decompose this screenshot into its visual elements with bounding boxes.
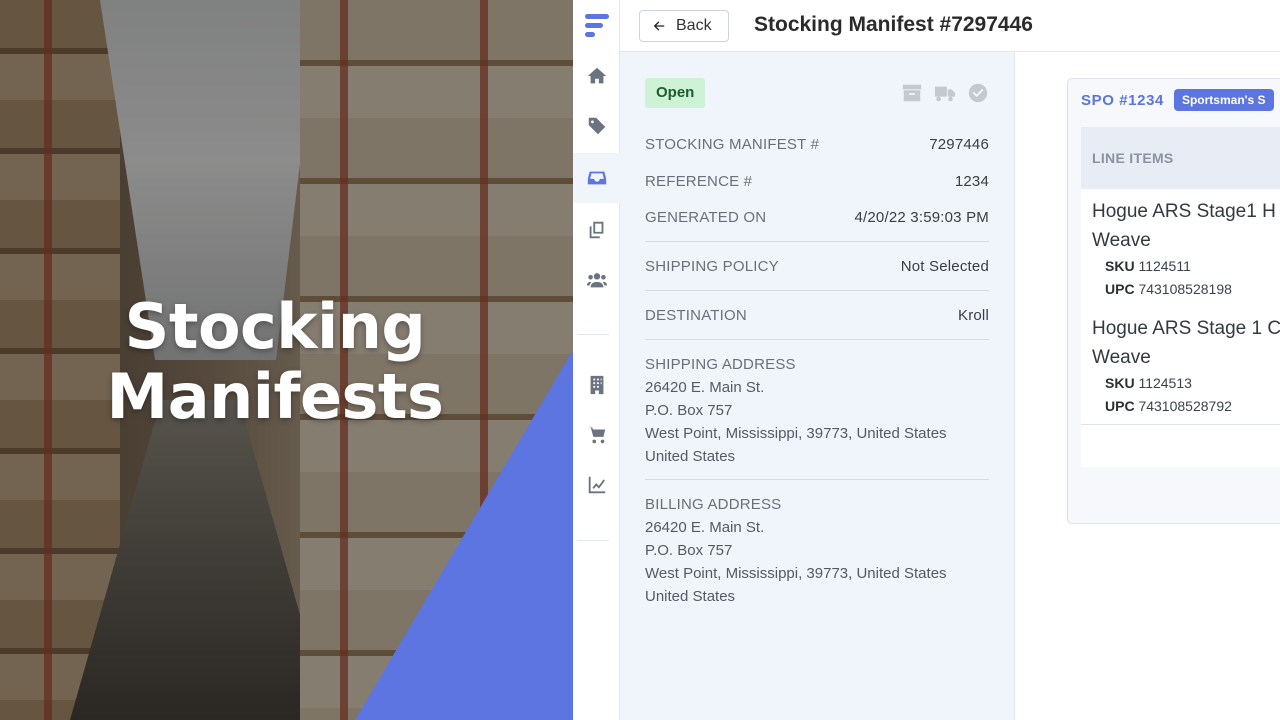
vendor-badge: Sportsman's S	[1173, 89, 1274, 111]
detail-label: DESTINATION	[645, 307, 747, 324]
divider	[1081, 424, 1280, 425]
detail-label: STOCKING MANIFEST #	[645, 136, 820, 153]
tag-icon[interactable]	[573, 101, 620, 151]
sku-label: SKU	[1105, 258, 1135, 274]
detail-label: SHIPPING POLICY	[645, 258, 779, 275]
shipping-address: SHIPPING ADDRESS 26420 E. Main St. P.O. …	[645, 353, 989, 468]
nav-divider	[577, 334, 609, 335]
upc-label: UPC	[1105, 398, 1135, 414]
order-content: SPO #1234 Sportsman's S LINE ITEMS Hogue…	[1015, 52, 1280, 720]
upc-value: 743108528792	[1138, 398, 1232, 414]
status-icons	[901, 82, 989, 104]
divider	[645, 241, 989, 242]
item-name: Weave	[1092, 230, 1151, 251]
billing-address-label: BILLING ADDRESS	[645, 496, 782, 513]
nav-divider	[577, 540, 609, 541]
home-icon[interactable]	[573, 51, 620, 101]
arrow-left-icon	[653, 21, 665, 31]
address-line: United States	[645, 448, 736, 465]
address-line: 26420 E. Main St.	[645, 519, 765, 536]
address-line: P.O. Box 757	[645, 542, 733, 559]
detail-value: 7297446	[929, 136, 989, 153]
sku-value: 1124511	[1138, 258, 1191, 274]
status-badge: Open	[645, 78, 706, 108]
upc-value: 743108528198	[1138, 281, 1232, 297]
item-sku: SKU 1124511	[1092, 255, 1280, 278]
inbox-icon[interactable]	[573, 153, 620, 203]
detail-label: GENERATED ON	[645, 209, 767, 226]
item-upc: UPC 743108528792	[1092, 395, 1280, 418]
item-name: Weave	[1092, 347, 1151, 368]
item-name: Hogue ARS Stage 1 C	[1092, 318, 1280, 339]
address-line: 26420 E. Main St.	[645, 379, 765, 396]
address-line: United States	[645, 588, 736, 605]
detail-value: Kroll	[957, 307, 989, 324]
address-line: West Point, Mississippi, 39773, United S…	[645, 425, 947, 442]
detail-label: REFERENCE #	[645, 173, 753, 190]
spo-number[interactable]: SPO #1234	[1081, 92, 1164, 109]
chart-icon[interactable]	[573, 460, 620, 510]
back-button[interactable]: Back	[639, 10, 729, 42]
hero-image: Stocking Manifests	[0, 0, 573, 720]
sku-label: SKU	[1105, 375, 1135, 391]
truck-icon[interactable]	[934, 82, 956, 104]
item-upc: UPC 743108528198	[1092, 278, 1280, 301]
line-items-header: LINE ITEMS	[1081, 127, 1280, 189]
manifest-details-panel: Open STOCKING MANIFEST # 7297446 REFEREN…	[620, 52, 1015, 720]
detail-row-manifest-number: STOCKING MANIFEST # 7297446	[645, 136, 989, 153]
purchase-order-card: SPO #1234 Sportsman's S LINE ITEMS Hogue…	[1067, 78, 1280, 524]
line-items-list: Hogue ARS Stage1 H Weave SKU 1124511 UPC…	[1081, 189, 1280, 467]
address-line: West Point, Mississippi, 39773, United S…	[645, 565, 947, 582]
hero-title-line: Stocking	[124, 290, 426, 363]
hero-title: Stocking Manifests	[100, 292, 450, 432]
card-header: SPO #1234 Sportsman's S	[1081, 89, 1274, 111]
detail-row-reference: REFERENCE # 1234	[645, 173, 989, 190]
check-circle-icon[interactable]	[967, 82, 989, 104]
list-item[interactable]: Hogue ARS Stage 1 C Weave SKU 1124513 UP…	[1092, 314, 1280, 418]
detail-value: 4/20/22 3:59:03 PM	[854, 209, 989, 226]
item-sku: SKU 1124513	[1092, 372, 1280, 395]
detail-row-generated-on: GENERATED ON 4/20/22 3:59:03 PM	[645, 209, 989, 226]
users-icon[interactable]	[573, 255, 620, 305]
billing-address: BILLING ADDRESS 26420 E. Main St. P.O. B…	[645, 493, 989, 608]
item-name: Hogue ARS Stage1 H	[1092, 201, 1276, 222]
back-button-label: Back	[676, 17, 712, 34]
detail-row-destination: DESTINATION Kroll	[645, 307, 989, 324]
hero-title-line: Manifests	[106, 360, 444, 433]
detail-value: Not Selected	[900, 258, 989, 275]
divider	[645, 290, 989, 291]
divider	[645, 339, 989, 340]
address-line: P.O. Box 757	[645, 402, 733, 419]
detail-row-shipping-policy: SHIPPING POLICY Not Selected	[645, 258, 989, 275]
list-item[interactable]: Hogue ARS Stage1 H Weave SKU 1124511 UPC…	[1092, 197, 1280, 301]
archive-icon[interactable]	[901, 82, 923, 104]
cart-icon[interactable]	[573, 410, 620, 460]
shipping-address-label: SHIPPING ADDRESS	[645, 356, 796, 373]
page-header: Back Stocking Manifest #7297446	[620, 0, 1280, 52]
sku-value: 1124513	[1138, 375, 1192, 391]
side-nav	[573, 0, 620, 720]
copy-icon[interactable]	[573, 205, 620, 255]
page-title: Stocking Manifest #7297446	[754, 13, 1033, 36]
building-icon[interactable]	[573, 360, 620, 410]
divider	[645, 479, 989, 480]
upc-label: UPC	[1105, 281, 1135, 297]
app-logo-icon[interactable]	[585, 12, 609, 38]
detail-value: 1234	[954, 173, 989, 190]
